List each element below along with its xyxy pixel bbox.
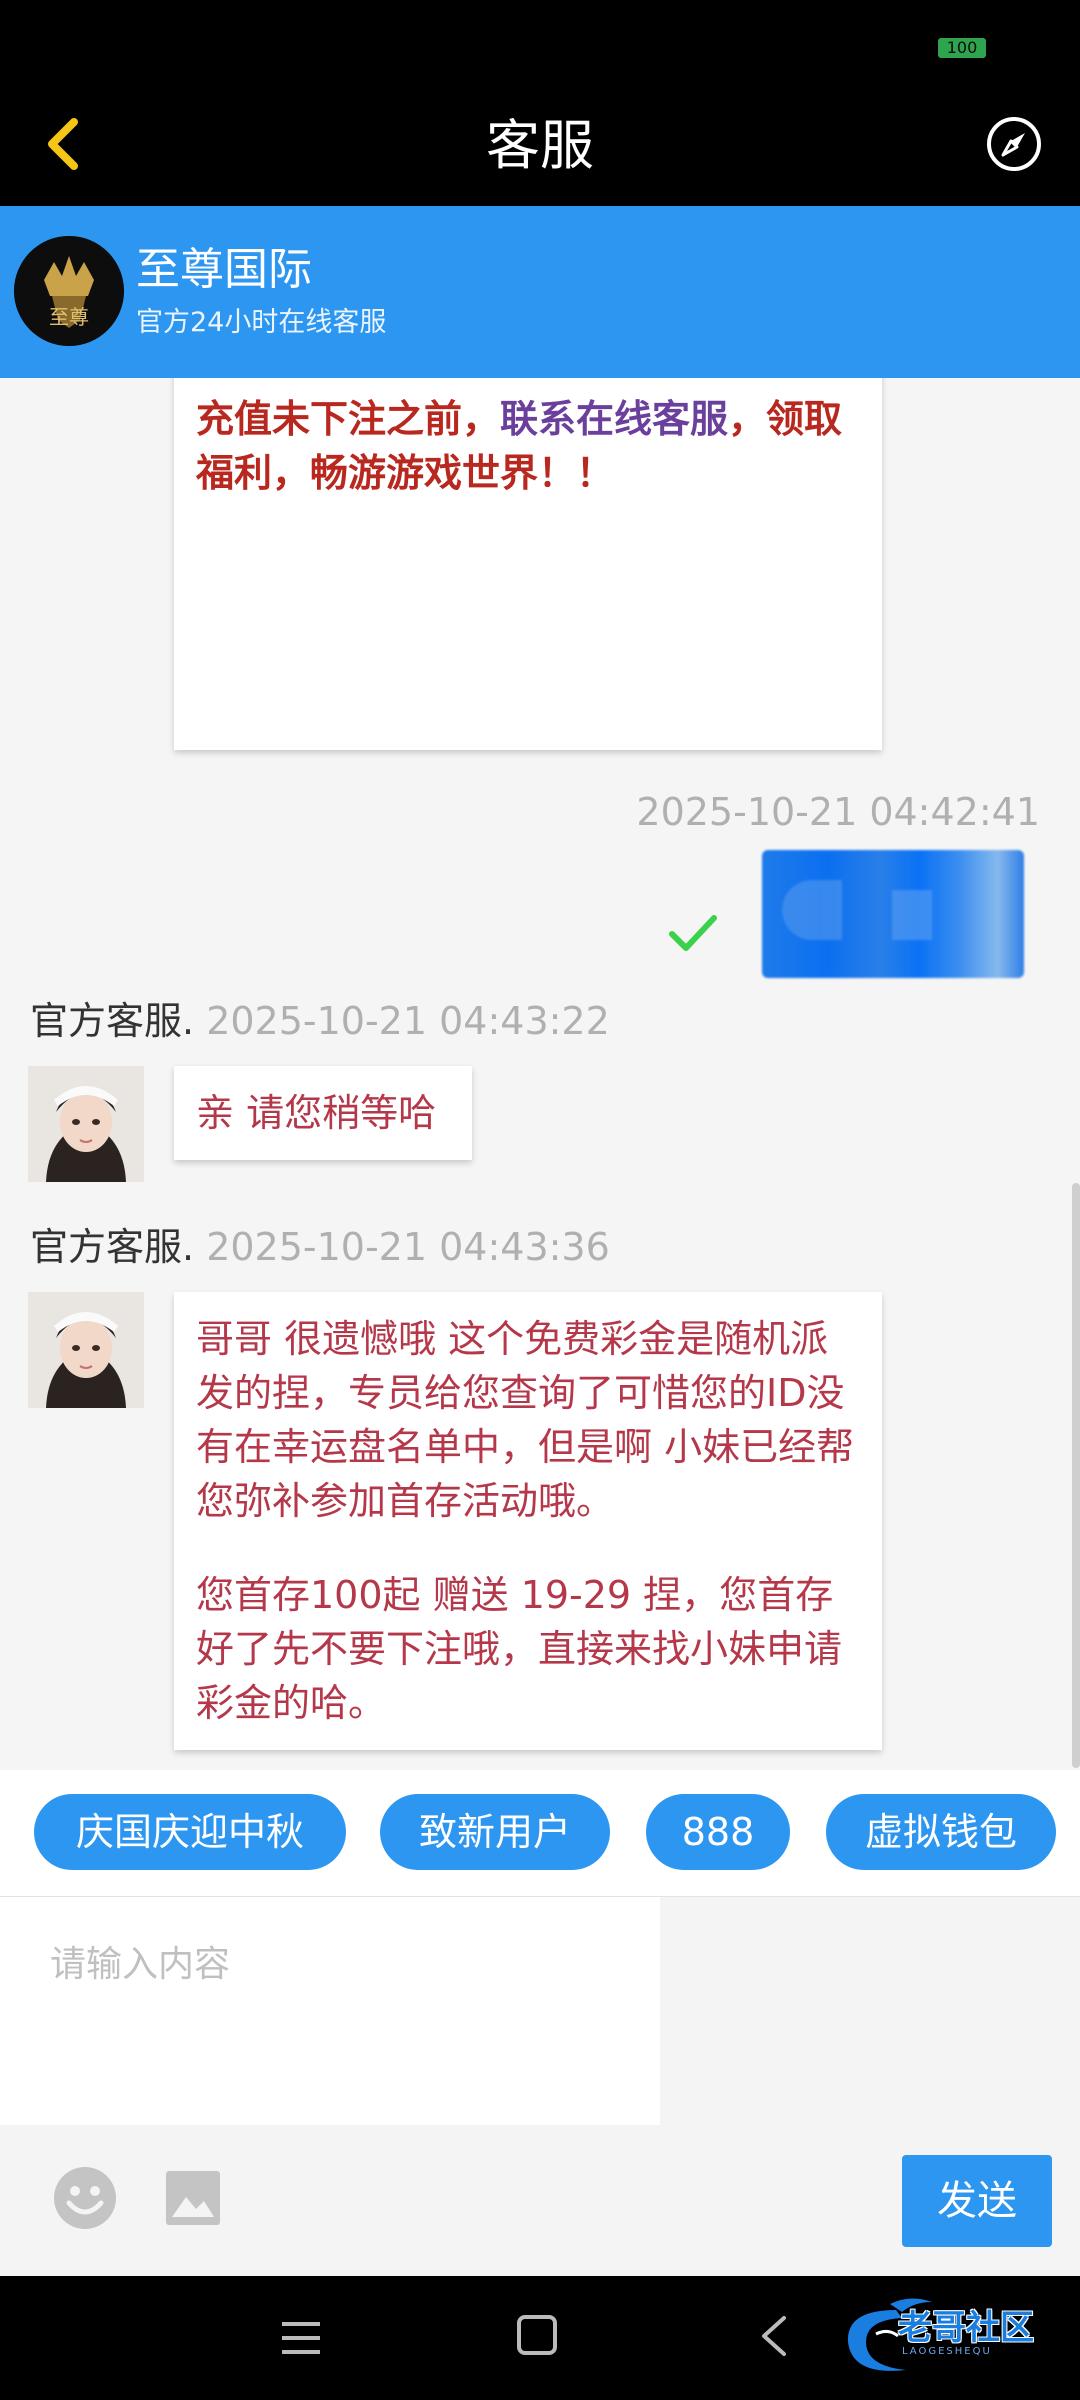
delivered-check-icon	[669, 915, 717, 951]
watermark-text: 老哥社区	[898, 2308, 1034, 2348]
message-input[interactable]	[0, 1897, 660, 2125]
battery-indicator: 100	[938, 38, 986, 58]
chat-scrollbar[interactable]	[1072, 1183, 1080, 1768]
watermark-subtext: LAOGESHEQU	[902, 2346, 992, 2357]
send-button[interactable]: 发送	[902, 2155, 1052, 2247]
watermark-logo: 老哥社区 LAOGESHEQU	[836, 2290, 1068, 2386]
top-nav-bar: 客服	[0, 80, 1080, 206]
message-paragraph: 您首存100起 赠送 19-29 捏，您首存好了先不要下注哦，直接来找小妹申请彩…	[196, 1573, 843, 1725]
message-time: 2025-10-21 04:43:36	[206, 1225, 610, 1269]
user-message-time: 2025-10-21 04:42:41	[636, 790, 1040, 834]
sender-name: 官方客服.	[30, 1225, 195, 1269]
service-logo: 至尊	[14, 236, 124, 346]
emoji-icon[interactable]	[52, 2165, 118, 2231]
screen: 100 客服 至尊 至尊国际 官方24小时在线客服 充值未下注之前，联系在线客服…	[0, 0, 1080, 2400]
svg-text:至尊: 至尊	[49, 305, 89, 329]
user-message-blurred[interactable]	[762, 850, 1024, 978]
input-area: 发送	[0, 1896, 1080, 2276]
chat-area[interactable]: 充值未下注之前，联系在线客服，领取福利，畅游游戏世界！！ 2025-10-21 …	[0, 378, 1080, 1770]
status-bar: 100	[0, 0, 1080, 80]
menu-icon[interactable]	[276, 2316, 326, 2360]
image-icon[interactable]	[164, 2169, 222, 2227]
message-header: 官方客服. 2025-10-21 04:43:36	[30, 1224, 610, 1270]
system-back-icon[interactable]	[752, 2312, 796, 2360]
quick-reply-bar: 庆国庆迎中秋 致新用户 888 虚拟钱包	[0, 1770, 1080, 1896]
system-nav-bar: 老哥社区 LAOGESHEQU	[0, 2276, 1080, 2400]
quick-reply-chip[interactable]: 致新用户	[380, 1794, 610, 1870]
sender-name: 官方客服.	[30, 999, 195, 1043]
promo-card: 充值未下注之前，联系在线客服，领取福利，畅游游戏世界！！	[174, 378, 882, 750]
message-bubble: 亲 请您稍等哈	[174, 1066, 472, 1160]
message-input-box[interactable]	[0, 1897, 660, 2125]
service-name: 至尊国际	[136, 244, 312, 295]
message-time: 2025-10-21 04:43:22	[206, 999, 610, 1043]
message-header: 官方客服. 2025-10-21 04:43:22	[30, 998, 610, 1044]
message-paragraph: 哥哥 很遗憾哦 这个免费彩金是随机派发的捏，专员给您查询了可惜您的ID没有在幸运…	[196, 1317, 855, 1523]
crown-logo-icon: 至尊	[14, 236, 124, 346]
message-bubble: 哥哥 很遗憾哦 这个免费彩金是随机派发的捏，专员给您查询了可惜您的ID没有在幸运…	[174, 1292, 882, 1750]
page-title: 客服	[486, 114, 594, 177]
agent-avatar[interactable]	[28, 1066, 144, 1182]
agent-avatar[interactable]	[28, 1292, 144, 1408]
service-header: 至尊 至尊国际 官方24小时在线客服	[0, 206, 1080, 378]
compass-icon[interactable]	[984, 114, 1044, 174]
quick-reply-chip[interactable]: 庆国庆迎中秋	[34, 1794, 346, 1870]
quick-reply-chip[interactable]: 888	[646, 1794, 790, 1870]
home-square-icon[interactable]	[514, 2312, 560, 2358]
promo-card-text: 充值未下注之前，联系在线客服，领取福利，畅游游戏世界！！	[196, 397, 843, 495]
service-subtitle: 官方24小时在线客服	[136, 307, 387, 338]
quick-reply-chip[interactable]: 虚拟钱包	[826, 1794, 1056, 1870]
